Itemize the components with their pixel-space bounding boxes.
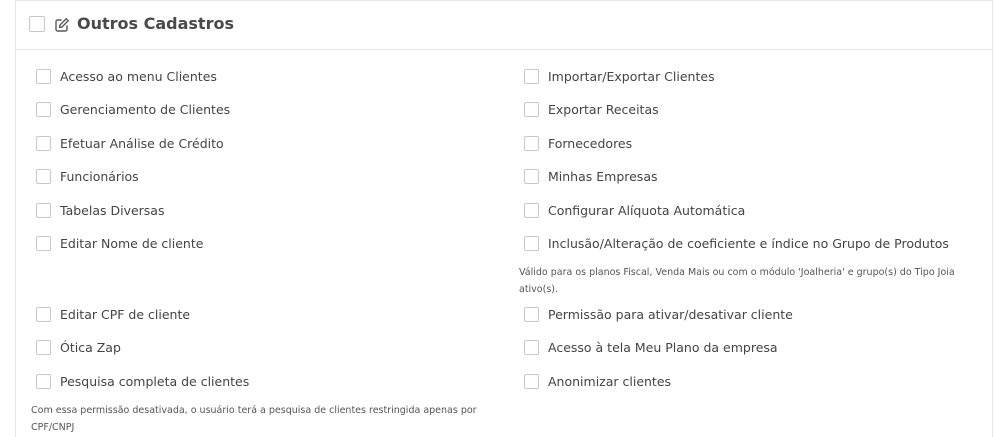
edit-icon <box>55 18 69 32</box>
permission-checkbox[interactable] <box>524 69 539 84</box>
permission-checkbox[interactable] <box>524 102 539 117</box>
permission-checkbox[interactable] <box>524 307 539 322</box>
permission-label: Anonimizar clientes <box>548 374 672 389</box>
permission-checkbox[interactable] <box>524 169 539 184</box>
permission-label: Exportar Receitas <box>548 102 659 117</box>
permission-checkbox[interactable] <box>524 340 539 355</box>
permission-checkbox[interactable] <box>36 69 51 84</box>
permission-label: Inclusão/Alteração de coeficiente e índi… <box>548 236 949 251</box>
panel-header: Outros Cadastros <box>16 1 992 50</box>
permission-label: Funcionários <box>60 169 139 184</box>
permission-label: Editar Nome de cliente <box>60 236 204 251</box>
permission-checkbox[interactable] <box>36 236 51 251</box>
select-all-checkbox[interactable] <box>29 16 45 32</box>
permission-label: Minhas Empresas <box>548 169 658 184</box>
permission-checkbox[interactable] <box>36 374 51 389</box>
permission-label: Editar CPF de cliente <box>60 307 191 322</box>
permission-checkbox[interactable] <box>524 136 539 151</box>
section-title: Outros Cadastros <box>77 14 234 33</box>
permission-label: Fornecedores <box>548 136 633 151</box>
permission-checkbox[interactable] <box>36 203 51 218</box>
permission-label: Permissão para ativar/desativar cliente <box>548 307 793 322</box>
permission-label: Acesso ao menu Clientes <box>60 69 217 84</box>
permission-checkbox[interactable] <box>36 340 51 355</box>
permission-checkbox[interactable] <box>36 136 51 151</box>
permission-checkbox[interactable] <box>36 169 51 184</box>
permission-label: Ótica Zap <box>60 340 121 355</box>
permission-label: Tabelas Diversas <box>60 203 165 218</box>
permission-label: Importar/Exportar Clientes <box>548 69 715 84</box>
permission-checkbox[interactable] <box>36 102 51 117</box>
permission-note: Com essa permissão desativada, o usuário… <box>31 405 477 433</box>
permission-label: Efetuar Análise de Crédito <box>60 136 224 151</box>
permissions-panel: Outros Cadastros Acesso ao menu Clientes… <box>15 0 993 437</box>
permission-label: Configurar Alíquota Automática <box>548 203 746 218</box>
permission-checkbox[interactable] <box>524 203 539 218</box>
permission-label: Pesquisa completa de clientes <box>60 374 250 389</box>
permission-note: Válido para os planos Fiscal, Venda Mais… <box>519 267 955 295</box>
permission-checkbox[interactable] <box>524 236 539 251</box>
permission-checkbox[interactable] <box>36 307 51 322</box>
permission-label: Acesso à tela Meu Plano da empresa <box>548 340 778 355</box>
permission-label: Gerenciamento de Clientes <box>60 102 231 117</box>
permission-checkbox[interactable] <box>524 374 539 389</box>
